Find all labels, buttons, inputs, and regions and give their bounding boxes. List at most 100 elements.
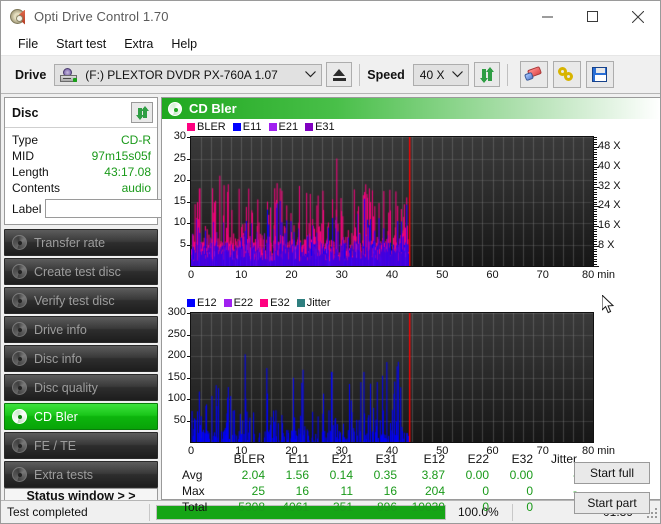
- disc-icon: [12, 322, 27, 337]
- col-bler: BLER: [224, 452, 271, 467]
- y-tick-label: 100: [162, 392, 186, 404]
- sidebar-item-disc-quality[interactable]: Disc quality: [4, 374, 158, 401]
- bler-chart-canvas: [191, 137, 593, 266]
- cell: 0: [495, 483, 539, 499]
- right-tick-label: 8 X: [598, 239, 615, 251]
- x-tick-label: 80 min: [582, 445, 630, 457]
- y-tick: [187, 399, 190, 400]
- menu-help[interactable]: Help: [162, 35, 206, 53]
- cell: 11: [315, 483, 359, 499]
- legend-item-e31: E31: [305, 121, 335, 133]
- legend-item-e21: E21: [269, 121, 299, 133]
- right-tick: [594, 244, 597, 245]
- toolbar-divider-2: [507, 64, 508, 86]
- disc-row-value: audio: [122, 181, 151, 195]
- y-tick: [187, 335, 190, 336]
- right-tick: [594, 197, 597, 198]
- right-tick: [594, 169, 597, 170]
- menu-start-test[interactable]: Start test: [47, 35, 115, 53]
- resize-grip-icon[interactable]: [645, 506, 657, 518]
- right-tick: [594, 211, 597, 212]
- table-row: Total 5308 4061 351 896 10039 0 0: [180, 499, 583, 515]
- refresh-button[interactable]: [474, 62, 500, 87]
- sidebar-item-drive-info[interactable]: Drive info: [4, 316, 158, 343]
- sidebar-item-disc-info[interactable]: Disc info: [4, 345, 158, 372]
- e12-chart-plot[interactable]: [190, 312, 594, 443]
- cell: 1.56: [271, 467, 315, 483]
- disc-row-key: MID: [12, 149, 34, 163]
- refresh-icon: [135, 106, 149, 120]
- bler-chart-plot[interactable]: [190, 136, 594, 267]
- legend-label: E21: [279, 121, 299, 133]
- maximize-icon[interactable]: [570, 1, 615, 32]
- disc-icon: [12, 467, 27, 482]
- cell: 896: [359, 499, 403, 515]
- toolbar: Drive (F:) PLEXTOR DVDR PX-760A 1.07 Spe…: [1, 56, 660, 94]
- right-tick: [594, 174, 597, 175]
- right-tick: [594, 224, 597, 225]
- sidebar-item-transfer-rate[interactable]: Transfer rate: [4, 229, 158, 256]
- sidebar-item-verify-test-disc[interactable]: Verify test disc: [4, 287, 158, 314]
- y-tick: [187, 313, 190, 314]
- row-label-max: Max: [180, 483, 224, 499]
- y-tick-label: 25: [162, 152, 186, 164]
- app-window: Opti Drive Control 1.70 File Start test …: [0, 0, 661, 524]
- page-title: CD Bler: [189, 101, 237, 116]
- e12-chart-canvas: [191, 313, 593, 442]
- menu-file[interactable]: File: [9, 35, 47, 53]
- speed-select[interactable]: 40 X: [413, 64, 469, 86]
- legend-item-bler: BLER: [187, 121, 226, 133]
- legend-item-e22: E22: [224, 297, 254, 309]
- cell: 0: [451, 499, 495, 515]
- eject-button[interactable]: [326, 62, 352, 87]
- content-header: CD Bler: [162, 98, 660, 119]
- sidebar-item-fe-te[interactable]: FE / TE: [4, 432, 158, 459]
- cell: 16: [271, 483, 315, 499]
- right-tick: [594, 249, 597, 250]
- minimize-icon[interactable]: [525, 1, 570, 32]
- y-tick-label: 5: [162, 238, 186, 250]
- right-tick: [594, 144, 597, 145]
- sidebar-item-create-test-disc[interactable]: Create test disc: [4, 258, 158, 285]
- cell: 204: [403, 483, 451, 499]
- cell: 4061: [271, 499, 315, 515]
- sidebar-item-extra-tests[interactable]: Extra tests: [4, 461, 158, 488]
- y-tick: [187, 202, 190, 203]
- close-icon[interactable]: [615, 1, 660, 32]
- col-e22: E22: [451, 452, 495, 467]
- y-tick: [187, 180, 190, 181]
- x-tick-label: 50: [418, 269, 466, 281]
- x-tick-label: 0: [167, 269, 215, 281]
- sidebar-nav: Transfer rate Create test disc Verify te…: [4, 229, 158, 488]
- sidebar-item-cd-bler[interactable]: CD Bler: [4, 403, 158, 430]
- right-tick: [594, 152, 597, 153]
- menu-bar: File Start test Extra Help: [1, 32, 660, 56]
- chevron-down-icon: [452, 65, 463, 85]
- window-controls: [525, 1, 660, 32]
- erase-button[interactable]: [520, 61, 548, 88]
- right-tick: [594, 139, 597, 140]
- disc-refresh-button[interactable]: [131, 102, 153, 123]
- stats-table: BLER E11 E21 E31 E12 E22 E32 Jitter: [180, 452, 583, 515]
- col-e11: E11: [271, 452, 315, 467]
- y-tick-label: 250: [162, 328, 186, 340]
- table-row: Avg 2.04 1.56 0.14 0.35 3.87 0.00 0.00 -: [180, 467, 583, 483]
- start-full-button[interactable]: Start full: [574, 462, 650, 484]
- disc-panel-header: Disc: [5, 98, 157, 128]
- right-tick: [594, 147, 599, 148]
- legend-label: E22: [234, 297, 254, 309]
- cell: 0.14: [315, 467, 359, 483]
- start-part-button[interactable]: Start part: [574, 492, 650, 514]
- plug-button[interactable]: [553, 61, 581, 88]
- legend-swatch: [187, 299, 195, 307]
- drive-select[interactable]: (F:) PLEXTOR DVDR PX-760A 1.07: [54, 64, 322, 86]
- right-tick: [594, 194, 597, 195]
- menu-extra[interactable]: Extra: [115, 35, 162, 53]
- col-e32: E32: [495, 452, 539, 467]
- sidebar-item-label: Transfer rate: [34, 236, 105, 250]
- disc-row-key: Length: [12, 165, 49, 179]
- disc-row-contents: Contents audio: [12, 180, 151, 196]
- cd-disc-icon: [168, 102, 182, 116]
- right-tick: [594, 234, 597, 235]
- save-button[interactable]: [586, 61, 614, 88]
